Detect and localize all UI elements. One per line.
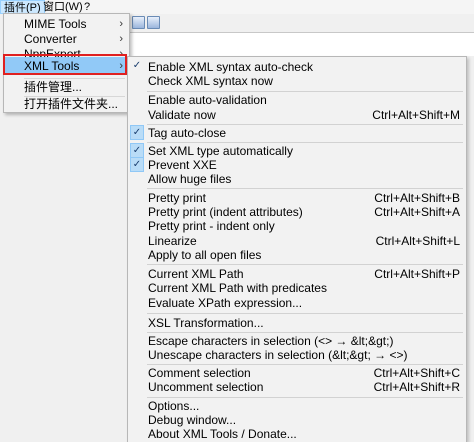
menu-item-label: Validate now — [148, 108, 216, 122]
menu-item-label: XSL Transformation... — [148, 316, 264, 330]
menu-item-pretty-print-indent-only[interactable]: Pretty print - indent only — [129, 219, 465, 233]
menu-item-debug-window[interactable]: Debug window... — [129, 413, 465, 427]
menu-item-label: Comment selection — [148, 366, 251, 380]
menu-item-label: Evaluate XPath expression... — [148, 296, 303, 310]
menu-item-label: Pretty print (indent attributes) — [148, 205, 303, 219]
menu-item-label: Current XML Path — [148, 267, 244, 281]
menu-item-check-xml-syntax-now[interactable]: Check XML syntax now — [129, 74, 465, 88]
menu-item-label: 打开插件文件夹... — [24, 97, 119, 111]
menu-item-shortcut: Ctrl+Alt+Shift+C — [373, 366, 460, 380]
menu-separator — [147, 313, 463, 314]
menu-item-label: Enable auto-validation — [148, 93, 267, 107]
editor-area — [127, 33, 474, 56]
menu-item-options[interactable]: Options... — [129, 399, 465, 413]
menu-item-allow-huge-files[interactable]: Allow huge files — [129, 172, 465, 186]
menu-item-label: Options... — [148, 399, 200, 413]
menu-item-label: XML Tools — [24, 59, 80, 73]
plugins-menu: MIME Tools › Converter › NppExport › XML… — [3, 13, 130, 113]
menu-item-tag-auto-close[interactable]: ✓ Tag auto-close — [129, 125, 465, 140]
menu-item-current-xml-path[interactable]: Current XML Path Ctrl+Alt+Shift+P — [129, 267, 465, 281]
menu-item-set-xml-type-automatically[interactable]: ✓ Set XML type automatically — [129, 143, 465, 158]
menu-item-uncomment-selection[interactable]: Uncomment selection Ctrl+Alt+Shift+R — [129, 380, 465, 394]
menu-item-evaluate-xpath-expression[interactable]: Evaluate XPath expression... — [129, 296, 465, 310]
menu-item-shortcut: Ctrl+Alt+Shift+R — [373, 380, 460, 394]
plugins-menu-item-plugin-admin[interactable]: 插件管理... — [5, 78, 128, 96]
menu-help[interactable]: ? — [81, 0, 93, 14]
menu-item-label: Escape characters in selection (<> → &lt… — [148, 334, 394, 348]
menu-item-label: Uncomment selection — [148, 380, 264, 394]
menu-item-shortcut: Ctrl+Alt+Shift+B — [374, 191, 460, 205]
menu-item-label: Prevent XXE — [148, 158, 217, 172]
menu-item-current-xml-path-with-predicates[interactable]: Current XML Path with predicates — [129, 281, 465, 295]
menu-item-label: Debug window... — [148, 413, 237, 427]
chevron-right-icon: › — [119, 60, 123, 72]
menu-separator — [147, 91, 463, 92]
toolbar-icon[interactable] — [132, 16, 145, 29]
menu-item-shortcut: Ctrl+Alt+Shift+A — [374, 205, 460, 219]
menu-separator — [147, 332, 463, 333]
menu-item-linearize[interactable]: Linearize Ctrl+Alt+Shift+L — [129, 234, 465, 248]
check-icon: ✓ — [132, 60, 142, 71]
check-icon: ✓ — [130, 157, 144, 172]
menu-item-comment-selection[interactable]: Comment selection Ctrl+Alt+Shift+C — [129, 366, 465, 380]
check-icon: ✓ — [130, 143, 144, 158]
menu-separator — [147, 364, 463, 365]
plugins-menu-item-xml-tools[interactable]: XML Tools › — [5, 57, 128, 75]
menu-item-enable-auto-validation[interactable]: Enable auto-validation — [129, 93, 465, 107]
menu-item-label: Apply to all open files — [148, 248, 262, 262]
menu-item-shortcut: Ctrl+Alt+Shift+M — [372, 108, 460, 122]
menu-item-unescape-characters-in-selection[interactable]: Unescape characters in selection (&lt;&g… — [129, 348, 465, 362]
menu-separator — [147, 264, 463, 265]
menu-item-label: Pretty print - indent only — [148, 219, 275, 233]
menu-item-escape-characters-in-selection[interactable]: Escape characters in selection (<> → &lt… — [129, 334, 465, 348]
toolbar-icon[interactable] — [147, 16, 160, 29]
menu-item-label: Tag auto-close — [148, 126, 227, 140]
menu-separator — [147, 397, 463, 398]
plugins-menu-item-open-plugins-folder[interactable]: 打开插件文件夹... — [5, 95, 128, 113]
menu-item-label: Pretty print — [148, 191, 207, 205]
menu-item-apply-to-all-open-files[interactable]: Apply to all open files — [129, 248, 465, 262]
menu-item-label: 插件管理... — [24, 80, 83, 94]
menu-item-pretty-print[interactable]: Pretty print Ctrl+Alt+Shift+B — [129, 191, 465, 205]
menu-separator — [147, 142, 463, 143]
check-icon: ✓ — [130, 125, 144, 140]
menu-item-label: Enable XML syntax auto-check — [148, 60, 313, 74]
menu-item-label: About XML Tools / Donate... — [148, 427, 297, 441]
menu-window[interactable]: 窗口(W) — [40, 0, 86, 14]
menu-item-enable-xml-syntax-auto-check[interactable]: ✓ Enable XML syntax auto-check — [129, 60, 465, 74]
xml-tools-submenu: ✓ Enable XML syntax auto-check Check XML… — [127, 56, 467, 442]
menu-item-label: Linearize — [148, 234, 197, 248]
menu-item-xsl-transformation[interactable]: XSL Transformation... — [129, 316, 465, 330]
menu-item-label: Allow huge files — [148, 172, 232, 186]
menu-item-pretty-print-indent-attributes[interactable]: Pretty print (indent attributes) Ctrl+Al… — [129, 205, 465, 219]
menu-item-validate-now[interactable]: Validate now Ctrl+Alt+Shift+M — [129, 108, 465, 122]
menu-item-label: Check XML syntax now — [148, 74, 273, 88]
menu-item-shortcut: Ctrl+Alt+Shift+L — [375, 234, 460, 248]
menu-plugins[interactable]: 插件(P) — [0, 0, 45, 14]
menu-item-label: Set XML type automatically — [148, 144, 293, 158]
menu-separator — [147, 188, 463, 189]
menu-item-label: Current XML Path with predicates — [148, 281, 327, 295]
menu-item-prevent-xxe[interactable]: ✓ Prevent XXE — [129, 157, 465, 172]
menu-item-label: Unescape characters in selection (&lt;&g… — [148, 348, 408, 362]
menu-separator — [147, 124, 463, 125]
menu-item-about-xml-tools[interactable]: About XML Tools / Donate... — [129, 427, 465, 441]
menu-item-shortcut: Ctrl+Alt+Shift+P — [374, 267, 460, 281]
